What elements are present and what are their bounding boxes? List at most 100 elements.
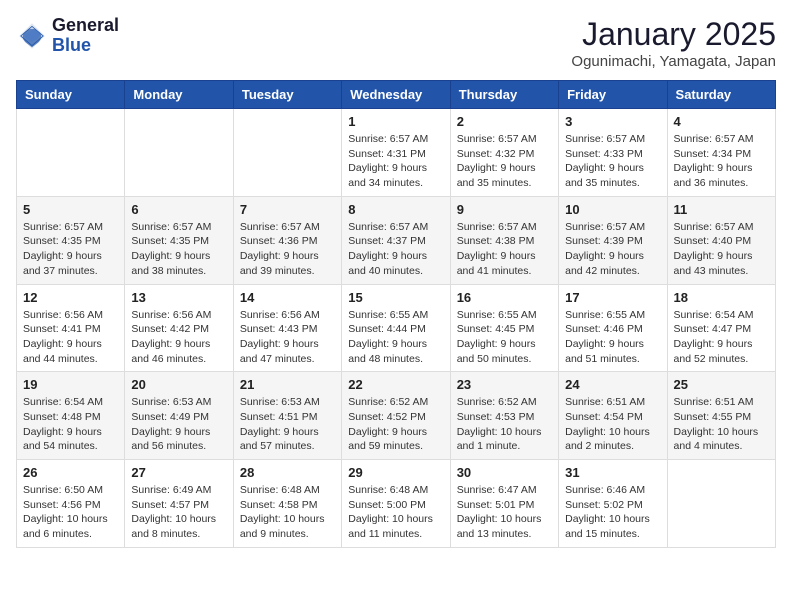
day-info: Sunrise: 6:57 AMSunset: 4:38 PMDaylight:…	[457, 220, 552, 279]
calendar-cell: 6Sunrise: 6:57 AMSunset: 4:35 PMDaylight…	[125, 196, 233, 284]
day-info: Sunrise: 6:48 AMSunset: 4:58 PMDaylight:…	[240, 483, 335, 542]
calendar-cell: 9 Sunrise: 6:57 AMSunset: 4:38 PMDaylight…	[450, 196, 558, 284]
day-info: Sunrise: 6:57 AMSunset: 4:35 PMDaylight:…	[131, 220, 226, 279]
calendar-cell: 29Sunrise: 6:48 AMSunset: 5:00 PMDayligh…	[342, 460, 450, 548]
logo-text: General Blue	[52, 16, 119, 56]
calendar-cell: 28 Sunrise: 6:48 AMSunset: 4:58 PMDayligh…	[233, 460, 341, 548]
day-info: Sunrise: 6:47 AMSunset: 5:01 PMDaylight:…	[457, 483, 552, 542]
day-number: 8	[348, 202, 443, 217]
weekday-header-thursday: Thursday	[450, 81, 558, 109]
day-number: 24	[565, 377, 660, 392]
logo-blue-text: Blue	[52, 36, 119, 56]
day-number: 17	[565, 290, 660, 305]
day-info: Sunrise: 6:52 AMSunset: 4:53 PMDaylight:…	[457, 395, 552, 454]
day-info: Sunrise: 6:53 AMSunset: 4:51 PMDaylight:…	[240, 395, 335, 454]
calendar-cell: 25Sunrise: 6:51 AMSunset: 4:55 PMDayligh…	[667, 372, 775, 460]
weekday-header-monday: Monday	[125, 81, 233, 109]
calendar-cell: 26 Sunrise: 6:50 AMSunset: 4:56 PMDayligh…	[17, 460, 125, 548]
calendar-cell: 1 Sunrise: 6:57 AMSunset: 4:31 PMDaylight…	[342, 109, 450, 197]
calendar-cell: 20 Sunrise: 6:53 AMSunset: 4:49 PMDayligh…	[125, 372, 233, 460]
day-number: 18	[674, 290, 769, 305]
calendar-week-row: 19Sunrise: 6:54 AMSunset: 4:48 PMDayligh…	[17, 372, 776, 460]
calendar-cell: 21 Sunrise: 6:53 AMSunset: 4:51 PMDayligh…	[233, 372, 341, 460]
day-number: 20	[131, 377, 226, 392]
day-number: 11	[674, 202, 769, 217]
calendar-cell: 5 Sunrise: 6:57 AMSunset: 4:35 PMDaylight…	[17, 196, 125, 284]
weekday-header-row: SundayMondayTuesdayWednesdayThursdayFrid…	[17, 81, 776, 109]
calendar-cell: 22 Sunrise: 6:52 AMSunset: 4:52 PMDayligh…	[342, 372, 450, 460]
calendar-cell: 15 Sunrise: 6:55 AMSunset: 4:44 PMDayligh…	[342, 284, 450, 372]
day-number: 19	[23, 377, 118, 392]
logo: General Blue	[16, 16, 119, 56]
calendar-cell	[233, 109, 341, 197]
day-number: 5	[23, 202, 118, 217]
calendar-week-row: 26 Sunrise: 6:50 AMSunset: 4:56 PMDayligh…	[17, 460, 776, 548]
day-info: Sunrise: 6:51 AMSunset: 4:55 PMDaylight:…	[674, 395, 769, 454]
title-block: January 2025 Ogunimachi, Yamagata, Japan	[571, 16, 776, 70]
calendar-cell: 2 Sunrise: 6:57 AMSunset: 4:32 PMDaylight…	[450, 109, 558, 197]
day-number: 2	[457, 114, 552, 129]
day-number: 28	[240, 465, 335, 480]
calendar-cell: 3Sunrise: 6:57 AMSunset: 4:33 PMDaylight…	[559, 109, 667, 197]
day-info: Sunrise: 6:57 AMSunset: 4:32 PMDaylight:…	[457, 132, 552, 191]
calendar-week-row: 12 Sunrise: 6:56 AMSunset: 4:41 PMDayligh…	[17, 284, 776, 372]
day-number: 22	[348, 377, 443, 392]
day-info: Sunrise: 6:52 AMSunset: 4:52 PMDaylight:…	[348, 395, 443, 454]
day-info: Sunrise: 6:55 AMSunset: 4:46 PMDaylight:…	[565, 308, 660, 367]
day-info: Sunrise: 6:57 AMSunset: 4:35 PMDaylight:…	[23, 220, 118, 279]
day-number: 26	[23, 465, 118, 480]
calendar-table: SundayMondayTuesdayWednesdayThursdayFrid…	[16, 80, 776, 548]
day-info: Sunrise: 6:49 AMSunset: 4:57 PMDaylight:…	[131, 483, 226, 542]
day-number: 15	[348, 290, 443, 305]
day-number: 21	[240, 377, 335, 392]
day-number: 12	[23, 290, 118, 305]
day-info: Sunrise: 6:57 AMSunset: 4:33 PMDaylight:…	[565, 132, 660, 191]
day-number: 10	[565, 202, 660, 217]
calendar-cell: 13 Sunrise: 6:56 AMSunset: 4:42 PMDayligh…	[125, 284, 233, 372]
day-info: Sunrise: 6:53 AMSunset: 4:49 PMDaylight:…	[131, 395, 226, 454]
day-info: Sunrise: 6:57 AMSunset: 4:36 PMDaylight:…	[240, 220, 335, 279]
location-title: Ogunimachi, Yamagata, Japan	[571, 53, 776, 70]
calendar-cell: 23 Sunrise: 6:52 AMSunset: 4:53 PMDayligh…	[450, 372, 558, 460]
day-info: Sunrise: 6:57 AMSunset: 4:37 PMDaylight:…	[348, 220, 443, 279]
day-number: 30	[457, 465, 552, 480]
day-number: 27	[131, 465, 226, 480]
month-title: January 2025	[571, 16, 776, 53]
calendar-cell: 24 Sunrise: 6:51 AMSunset: 4:54 PMDayligh…	[559, 372, 667, 460]
day-info: Sunrise: 6:56 AMSunset: 4:41 PMDaylight:…	[23, 308, 118, 367]
calendar-cell: 31 Sunrise: 6:46 AMSunset: 5:02 PMDayligh…	[559, 460, 667, 548]
day-info: Sunrise: 6:51 AMSunset: 4:54 PMDaylight:…	[565, 395, 660, 454]
calendar-week-row: 5 Sunrise: 6:57 AMSunset: 4:35 PMDaylight…	[17, 196, 776, 284]
calendar-cell: 17 Sunrise: 6:55 AMSunset: 4:46 PMDayligh…	[559, 284, 667, 372]
calendar-cell	[125, 109, 233, 197]
weekday-header-tuesday: Tuesday	[233, 81, 341, 109]
logo-icon	[16, 20, 48, 52]
day-number: 31	[565, 465, 660, 480]
calendar-cell	[667, 460, 775, 548]
day-number: 23	[457, 377, 552, 392]
weekday-header-sunday: Sunday	[17, 81, 125, 109]
calendar-cell: 11 Sunrise: 6:57 AMSunset: 4:40 PMDayligh…	[667, 196, 775, 284]
day-number: 1	[348, 114, 443, 129]
calendar-cell: 27 Sunrise: 6:49 AMSunset: 4:57 PMDayligh…	[125, 460, 233, 548]
day-info: Sunrise: 6:50 AMSunset: 4:56 PMDaylight:…	[23, 483, 118, 542]
day-info: Sunrise: 6:56 AMSunset: 4:43 PMDaylight:…	[240, 308, 335, 367]
calendar-cell	[17, 109, 125, 197]
calendar-cell: 19Sunrise: 6:54 AMSunset: 4:48 PMDayligh…	[17, 372, 125, 460]
day-info: Sunrise: 6:46 AMSunset: 5:02 PMDaylight:…	[565, 483, 660, 542]
day-info: Sunrise: 6:57 AMSunset: 4:40 PMDaylight:…	[674, 220, 769, 279]
calendar-cell: 18 Sunrise: 6:54 AMSunset: 4:47 PMDayligh…	[667, 284, 775, 372]
weekday-header-wednesday: Wednesday	[342, 81, 450, 109]
calendar-cell: 8 Sunrise: 6:57 AMSunset: 4:37 PMDaylight…	[342, 196, 450, 284]
calendar-cell: 30 Sunrise: 6:47 AMSunset: 5:01 PMDayligh…	[450, 460, 558, 548]
day-number: 29	[348, 465, 443, 480]
day-number: 9	[457, 202, 552, 217]
day-info: Sunrise: 6:57 AMSunset: 4:31 PMDaylight:…	[348, 132, 443, 191]
day-info: Sunrise: 6:54 AMSunset: 4:47 PMDaylight:…	[674, 308, 769, 367]
day-info: Sunrise: 6:55 AMSunset: 4:44 PMDaylight:…	[348, 308, 443, 367]
day-info: Sunrise: 6:56 AMSunset: 4:42 PMDaylight:…	[131, 308, 226, 367]
day-number: 13	[131, 290, 226, 305]
day-number: 14	[240, 290, 335, 305]
day-info: Sunrise: 6:55 AMSunset: 4:45 PMDaylight:…	[457, 308, 552, 367]
calendar-cell: 12 Sunrise: 6:56 AMSunset: 4:41 PMDayligh…	[17, 284, 125, 372]
